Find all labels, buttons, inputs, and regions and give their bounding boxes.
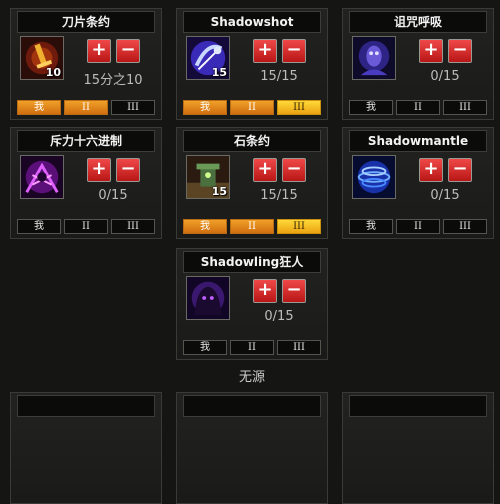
tier-1-button[interactable]: 我 (17, 100, 61, 115)
tier-2-button[interactable]: II (64, 219, 108, 234)
talent-points: 15/15 (260, 188, 298, 203)
tier-2-button[interactable]: II (396, 100, 440, 115)
tier-3-button[interactable]: III (277, 100, 321, 115)
talent-title: Shadowling狂人 (183, 251, 321, 273)
talent-title: 刀片条约 (17, 11, 155, 33)
tier-2-button[interactable]: II (230, 219, 274, 234)
talent-panel-repulsion-hex: 斥力十六进制 + − 0/15 我 II III (10, 127, 162, 239)
talent-panel-shadowmantle: Shadowmantle + − 0/15 我 II III (342, 127, 494, 239)
talent-title: 斥力十六进制 (17, 130, 155, 152)
talent-title: Shadowshot (183, 11, 321, 33)
talent-title: 诅咒呼吸 (349, 11, 487, 33)
tier-3-button[interactable]: III (277, 219, 321, 234)
remove-point-button[interactable]: − (116, 158, 140, 182)
remove-point-button[interactable]: − (116, 39, 140, 63)
add-point-button[interactable]: + (87, 39, 111, 63)
talent-panel-partial (342, 392, 494, 504)
talent-title: Shadowmantle (349, 130, 487, 152)
talent-rank: 15 (211, 66, 227, 79)
stone-pact-icon[interactable]: 15 (186, 155, 230, 199)
tier-3-button[interactable]: III (277, 340, 321, 355)
tier-1-button[interactable]: 我 (17, 219, 61, 234)
talent-title (349, 395, 487, 417)
talent-points: 0/15 (264, 309, 294, 324)
tier-2-button[interactable]: II (230, 340, 274, 355)
talent-points: 15分之10 (83, 73, 143, 88)
add-point-button[interactable]: + (253, 39, 277, 63)
tier-3-button[interactable]: III (443, 219, 487, 234)
talent-title (183, 395, 321, 417)
talent-panel-stone-pact: 石条约 15 + − 15/15 我 II III (176, 127, 328, 239)
remove-point-button[interactable]: − (282, 39, 306, 63)
repulsion-hex-icon[interactable] (20, 155, 64, 199)
add-point-button[interactable]: + (253, 158, 277, 182)
tier-1-button[interactable]: 我 (349, 100, 393, 115)
add-point-button[interactable]: + (419, 39, 443, 63)
talent-panel-shadowling-madman: Shadowling狂人 + − 0/15 我 II III (176, 248, 328, 360)
add-point-button[interactable]: + (87, 158, 111, 182)
shadowshot-icon[interactable]: 15 (186, 36, 230, 80)
tier-3-button[interactable]: III (443, 100, 487, 115)
remove-point-button[interactable]: − (448, 39, 472, 63)
tier-1-button[interactable]: 我 (183, 219, 227, 234)
talent-points: 0/15 (430, 69, 460, 84)
shadowling-madman-icon[interactable] (186, 276, 230, 320)
talent-rank: 15 (211, 185, 227, 198)
tier-2-button[interactable]: II (396, 219, 440, 234)
tier-1-button[interactable]: 我 (183, 100, 227, 115)
cursed-breath-icon[interactable] (352, 36, 396, 80)
talent-title (17, 395, 155, 417)
talent-panel-partial (10, 392, 162, 504)
talent-rank: 10 (45, 66, 61, 79)
tier-3-button[interactable]: III (111, 219, 155, 234)
source-label: 无源 (238, 370, 265, 385)
talent-panel-blade-pact: 刀片条约 10 + − 15分之10 我 II III (10, 8, 162, 120)
talent-panel-partial (176, 392, 328, 504)
tier-3-button[interactable]: III (111, 100, 155, 115)
add-point-button[interactable]: + (419, 158, 443, 182)
tier-1-button[interactable]: 我 (349, 219, 393, 234)
talent-panel-shadowshot: Shadowshot 15 + − 15/15 我 II III (176, 8, 328, 120)
talent-title: 石条约 (183, 130, 321, 152)
talent-points: 0/15 (98, 188, 128, 203)
blade-pact-icon[interactable]: 10 (20, 36, 64, 80)
add-point-button[interactable]: + (253, 279, 277, 303)
talent-points: 0/15 (430, 188, 460, 203)
shadowmantle-icon[interactable] (352, 155, 396, 199)
tier-2-button[interactable]: II (64, 100, 108, 115)
remove-point-button[interactable]: − (448, 158, 472, 182)
talent-panel-cursed-breath: 诅咒呼吸 + − 0/15 我 II III (342, 8, 494, 120)
remove-point-button[interactable]: − (282, 279, 306, 303)
talent-points: 15/15 (260, 69, 298, 84)
tier-1-button[interactable]: 我 (183, 340, 227, 355)
remove-point-button[interactable]: − (282, 158, 306, 182)
tier-2-button[interactable]: II (230, 100, 274, 115)
